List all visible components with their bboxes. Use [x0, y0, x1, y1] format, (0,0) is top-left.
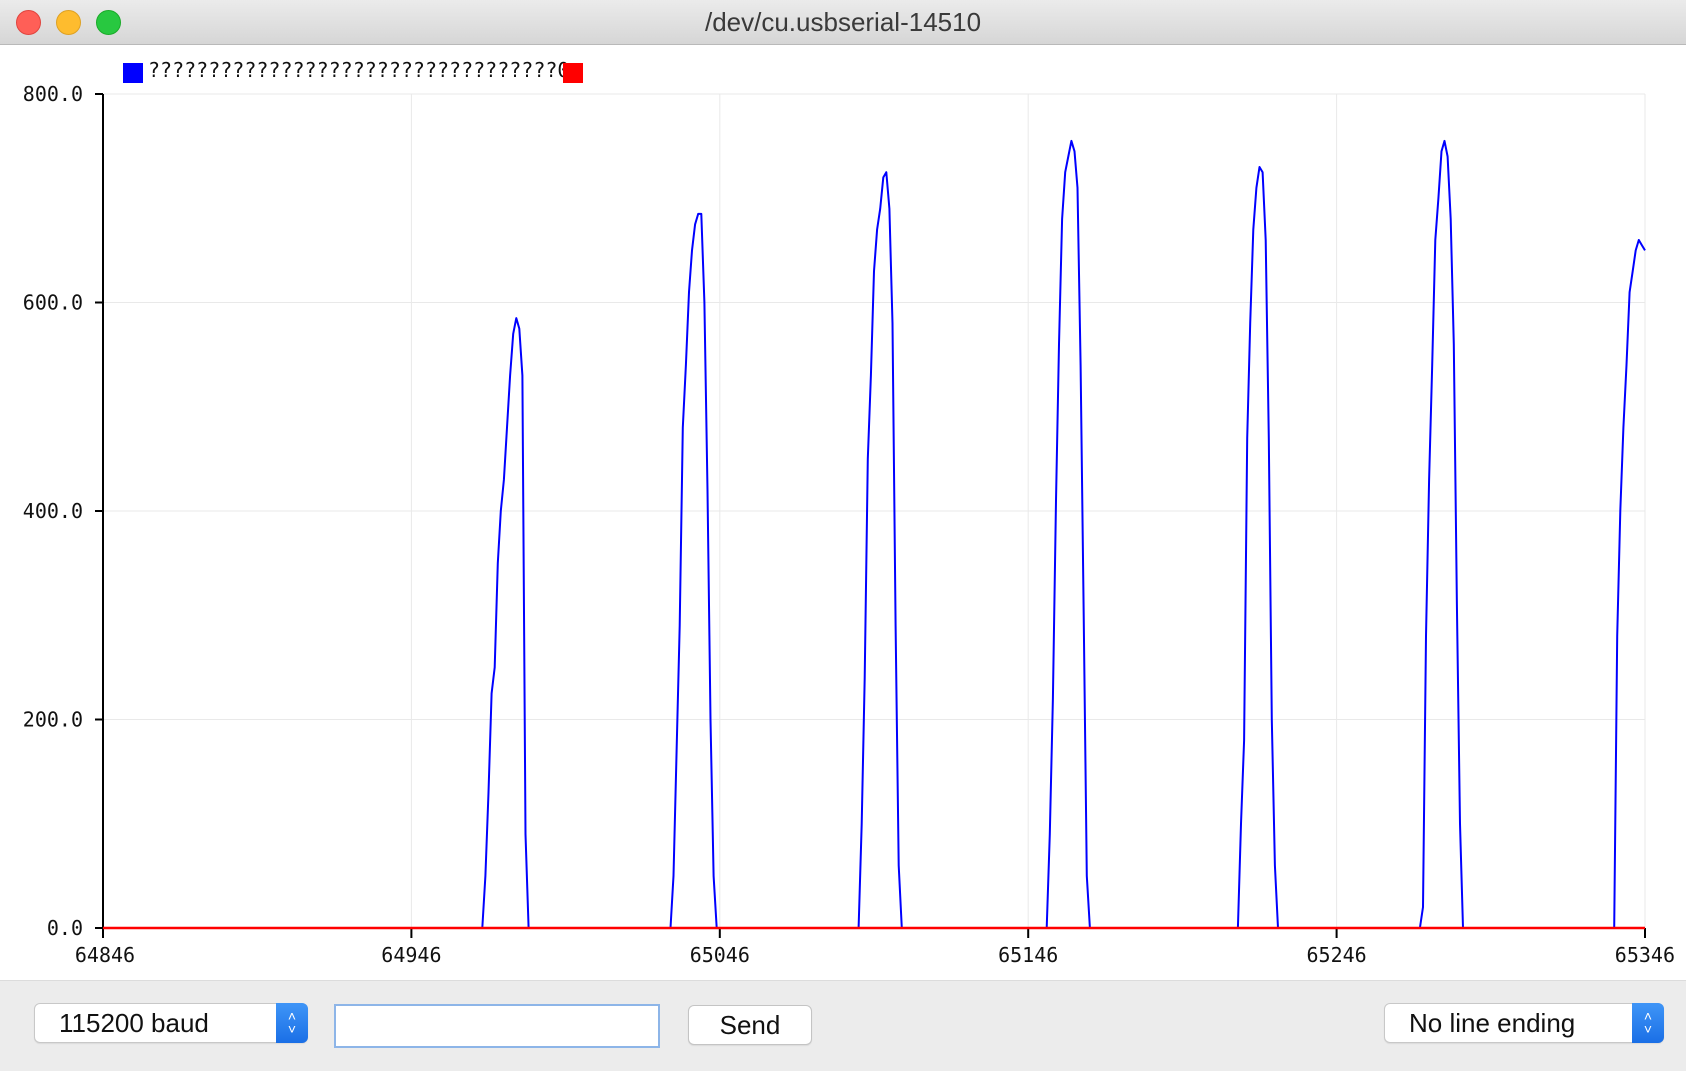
x-tick-label-4: 65246 [1306, 943, 1366, 967]
x-tick-label-1: 64946 [381, 943, 441, 967]
baud-rate-select[interactable]: 115200 baud ˄ ˅ [34, 1003, 308, 1043]
y-tick-label-2: 400.0 [23, 499, 83, 523]
window-title: /dev/cu.usbserial-14510 [704, 7, 982, 37]
x-tick-label-5: 65346 [1615, 943, 1675, 967]
title-bar: /dev/cu.usbserial-14510 [0, 0, 1686, 45]
serial-plotter-window: /dev/cu.usbserial-14510 0.0 200.0 400.0 600… [0, 0, 1686, 1071]
y-tick-label-1: 200.0 [23, 708, 83, 732]
series-line-0 [103, 139, 1646, 929]
x-tick-label-2: 65046 [690, 943, 750, 967]
line-ending-select[interactable]: No line ending ˄ ˅ [1384, 1003, 1664, 1043]
legend-label-0: ??????????????????????????????????0 [148, 58, 569, 82]
send-button[interactable]: Send [688, 1005, 812, 1045]
axes: 0.0 200.0 400.0 600.0 800.0 64846 64946 65046 65… [23, 82, 1675, 967]
line-ending-chevron-icon[interactable]: ˄ ˅ [1632, 1003, 1664, 1043]
legend-swatch-0 [123, 63, 143, 83]
line-ending-value: No line ending [1409, 1008, 1576, 1038]
plot-area: 0.0 200.0 400.0 600.0 800.0 64846 64946 65046 65… [0, 45, 1686, 980]
serial-controls-bar: 115200 baud ˄ ˅ Send No line ending ˄ ˅ [0, 980, 1686, 1071]
grid [102, 93, 1646, 929]
y-tick-label-0: 0.0 [47, 916, 83, 940]
baud-rate-value: 115200 baud [59, 1008, 209, 1038]
plot-series [103, 139, 1646, 930]
baud-rate-chevron-icon[interactable]: ˄ ˅ [276, 1003, 308, 1043]
y-tick-label-3: 600.0 [23, 291, 83, 315]
y-tick-label-4: 800.0 [23, 82, 83, 106]
x-tick-label-0: 64846 [75, 943, 135, 967]
legend: ??????????????????????????????????0 [123, 58, 583, 83]
legend-swatch-1 [563, 63, 583, 83]
serial-plot: 0.0 200.0 400.0 600.0 800.0 64846 64946 65046 65… [23, 58, 1675, 967]
serial-input[interactable] [334, 1004, 660, 1048]
x-tick-label-3: 65146 [998, 943, 1058, 967]
